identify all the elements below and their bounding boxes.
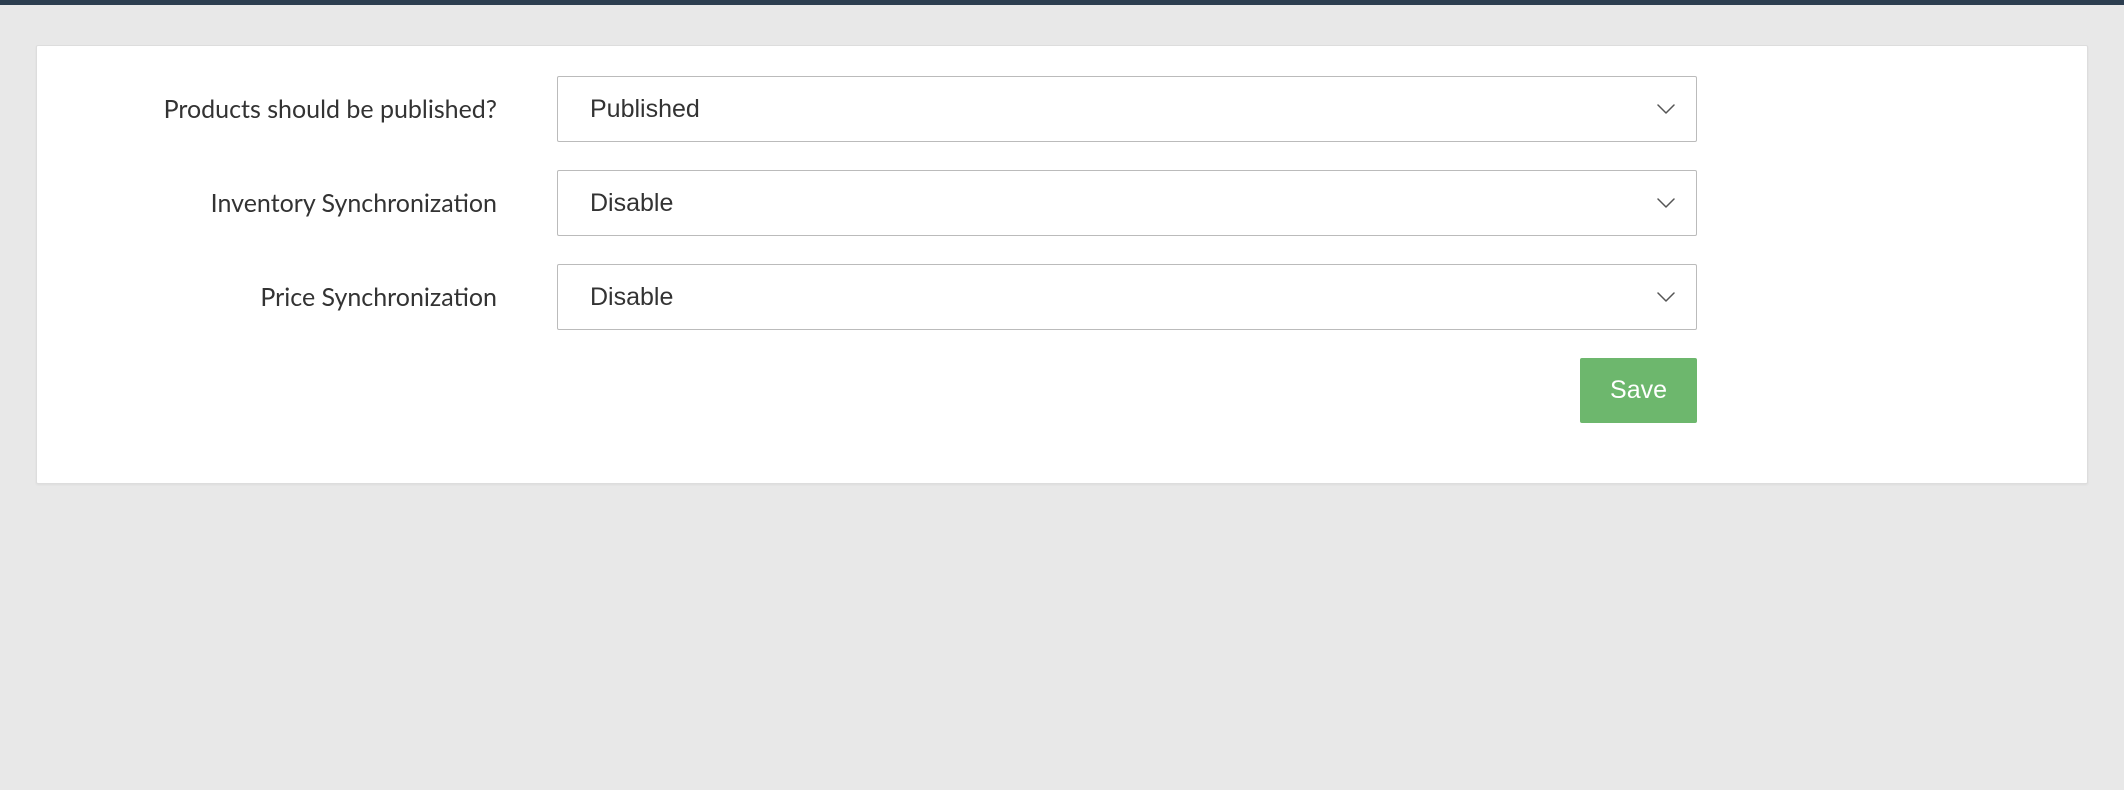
select-wrap-inventory-sync: Disable (557, 170, 1697, 236)
select-wrap-products-published: Published (557, 76, 1697, 142)
select-price-sync[interactable]: Disable (557, 264, 1697, 330)
settings-card: Products should be published? Published … (36, 45, 2088, 484)
label-price-sync: Price Synchronization (77, 282, 557, 312)
select-inventory-sync[interactable]: Disable (557, 170, 1697, 236)
save-button[interactable]: Save (1580, 358, 1697, 423)
row-price-sync: Price Synchronization Disable (77, 264, 2047, 330)
label-products-published: Products should be published? (77, 94, 557, 124)
button-row: Save (557, 358, 1697, 423)
row-inventory-sync: Inventory Synchronization Disable (77, 170, 2047, 236)
select-products-published[interactable]: Published (557, 76, 1697, 142)
select-wrap-price-sync: Disable (557, 264, 1697, 330)
label-inventory-sync: Inventory Synchronization (77, 188, 557, 218)
row-products-published: Products should be published? Published (77, 76, 2047, 142)
top-border (0, 0, 2124, 5)
